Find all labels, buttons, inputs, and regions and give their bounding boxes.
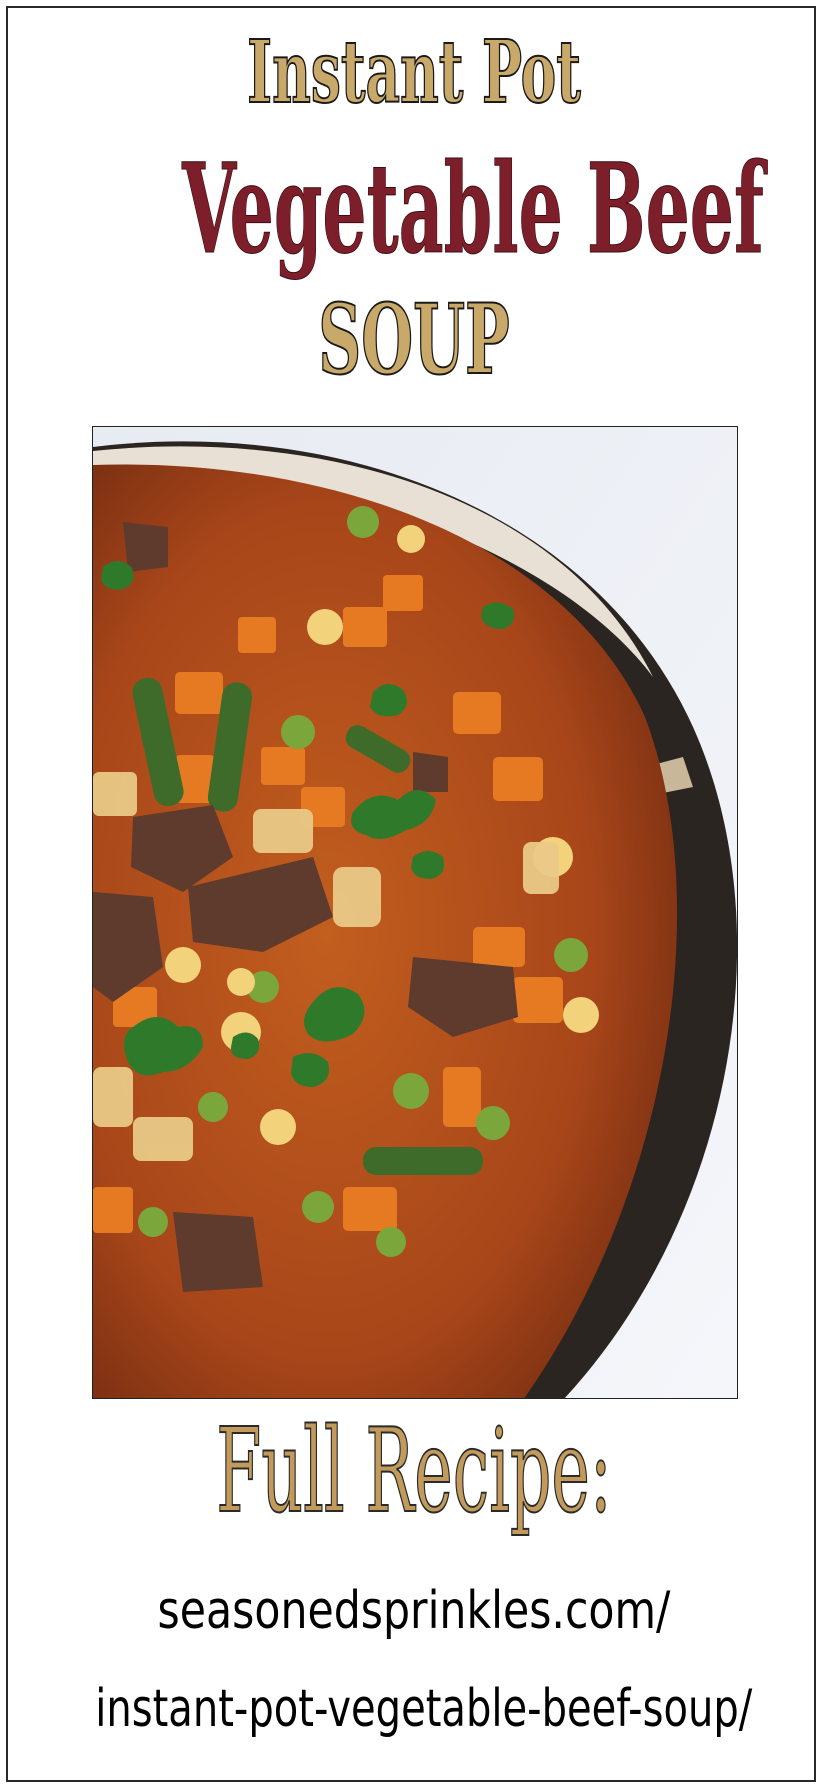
- recipe-url-line-2[interactable]: instant-pot-vegetable-beef-soup/: [95, 1683, 752, 1735]
- full-recipe-label: Full Recipe:: [216, 1404, 613, 1539]
- soup-photo: [92, 426, 738, 1399]
- title-line-instant-pot: Instant Pot: [247, 22, 582, 123]
- title-line-vegetable-beef: Vegetable Beef: [182, 137, 764, 282]
- title-line-soup: SOUP: [318, 283, 511, 396]
- soup-bowl-illustration: [93, 427, 737, 1398]
- recipe-url-line-1[interactable]: seasonedsprinkles.com/: [75, 1585, 754, 1637]
